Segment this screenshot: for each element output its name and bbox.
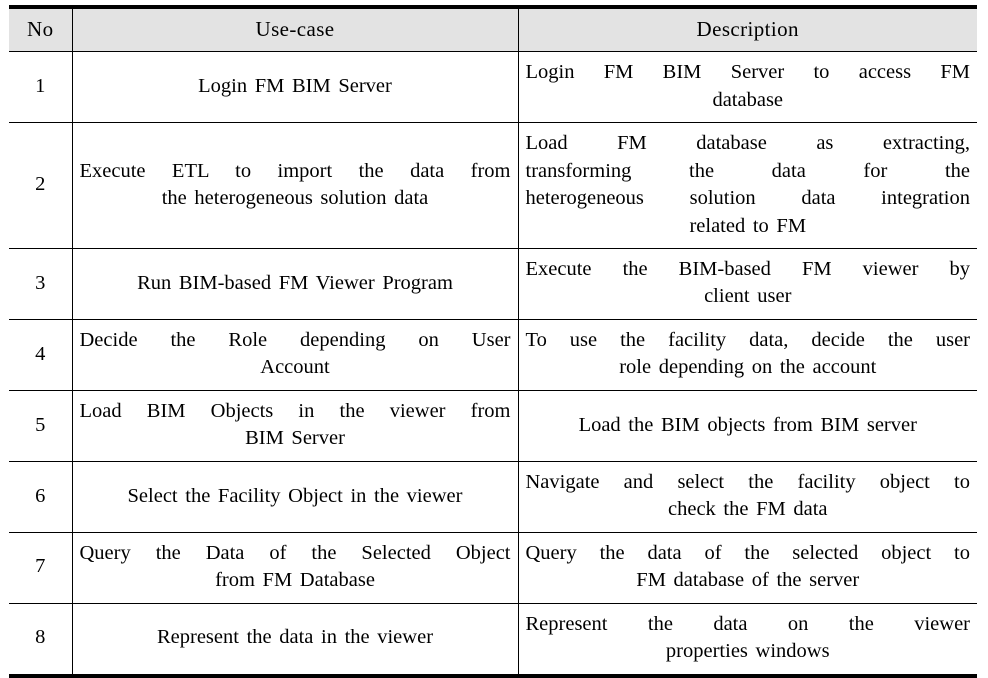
description-line: transforming the data for the (525, 159, 971, 182)
table-body: 1 Login FM BIM Server Login FM BIM Server … (9, 51, 977, 676)
description-line: Load the BIM objects from BIM server (578, 413, 917, 436)
document-page: No Use-case Description 1 Login FM BIM Se… (0, 0, 988, 678)
description-line: check the FM data (668, 498, 828, 521)
description-line: To use the facility data, decide the use… (525, 328, 971, 351)
description-line: FM database of the server (636, 569, 860, 592)
use-case-line: Execute ETL to import the data from (79, 159, 511, 182)
description-line: properties windows (665, 640, 830, 663)
use-case-line: Load BIM Objects in the viewer from (79, 399, 511, 422)
cell-use-case: Represent the data in the viewer (72, 603, 519, 676)
cell-row-number: 4 (9, 319, 73, 391)
cell-row-number: 5 (9, 390, 73, 462)
cell-description: Login FM BIM Server to access FM database (518, 51, 977, 124)
table-row: 8 Represent the data in the viewer Represe… (9, 603, 977, 676)
use-case-line: Login FM BIM Server (198, 74, 392, 97)
use-case-line: Select the Facility Object in the viewer (127, 484, 463, 507)
table-row: 2 Execute ETL to import the data from the … (9, 122, 977, 249)
cell-row-number: 3 (9, 248, 73, 320)
use-case-line: Run BIM-based FM Viewer Program (137, 271, 453, 294)
cell-row-number: 8 (9, 603, 73, 676)
table-row: 1 Login FM BIM Server Login FM BIM Server … (9, 51, 977, 124)
table-row: 5 Load BIM Objects in the viewer from BIM … (9, 390, 977, 462)
cell-row-number: 2 (9, 122, 73, 249)
use-case-line: the heterogeneous solution data (161, 187, 429, 210)
cell-row-number: 6 (9, 461, 73, 533)
table-header-row: No Use-case Description (9, 7, 977, 53)
description-line: heterogeneous solution data integration (525, 187, 971, 210)
use-case-line: Query the Data of the Selected Object (79, 541, 511, 564)
cell-use-case: Load BIM Objects in the viewer from BIM S… (72, 390, 519, 462)
description-line: related to FM (689, 214, 807, 237)
description-line: client user (704, 285, 792, 308)
table-row: 7 Query the Data of the Selected Object fr… (9, 532, 977, 604)
cell-use-case: Login FM BIM Server (72, 51, 519, 124)
table-header: No Use-case Description (9, 7, 977, 53)
description-line: Load FM database as extracting, (525, 132, 971, 155)
description-line: Query the data of the selected object to (525, 541, 971, 564)
cell-use-case: Select the Facility Object in the viewer (72, 461, 519, 533)
cell-row-number: 1 (9, 51, 73, 124)
column-header-no: No (9, 7, 73, 53)
cell-use-case: Execute ETL to import the data from the h… (72, 122, 519, 249)
use-case-line: Decide the Role depending on User (79, 328, 511, 351)
use-case-line: Represent the data in the viewer (156, 626, 434, 649)
column-header-use-case: Use-case (72, 7, 519, 53)
cell-description: Navigate and select the facility object … (518, 461, 977, 533)
use-case-line: BIM Server (245, 427, 345, 450)
column-header-description: Description (518, 7, 977, 53)
table-row: 3 Run BIM-based FM Viewer Program Execute … (9, 248, 977, 320)
cell-description: Load the BIM objects from BIM server (518, 390, 977, 462)
description-line: Login FM BIM Server to access FM (525, 61, 971, 84)
description-line: database (712, 88, 784, 111)
description-line: role depending on the account (619, 356, 877, 379)
cell-use-case: Decide the Role depending on User Account (72, 319, 519, 391)
cell-description: Represent the data on the viewer properti… (518, 603, 977, 675)
cell-description: To use the facility data, decide the use… (518, 319, 977, 391)
cell-description: Load FM database as extracting, transform… (518, 122, 977, 249)
cell-use-case: Query the Data of the Selected Object fro… (72, 532, 519, 604)
use-case-table: No Use-case Description 1 Login FM BIM Se… (9, 5, 977, 678)
cell-row-number: 7 (9, 532, 73, 604)
cell-description: Execute the BIM-based FM viewer by client… (518, 248, 977, 320)
use-case-line: Account (260, 356, 330, 379)
description-line: Represent the data on the viewer (525, 612, 971, 635)
table-row: 4 Decide the Role depending on User Accoun… (9, 319, 977, 391)
description-line: Navigate and select the facility object … (525, 470, 971, 493)
table-row: 6 Select the Facility Object in the viewe… (9, 461, 977, 533)
cell-description: Query the data of the selected object to… (518, 532, 977, 604)
cell-use-case: Run BIM-based FM Viewer Program (72, 248, 519, 320)
description-line: Execute the BIM-based FM viewer by (525, 258, 971, 280)
use-case-line: from FM Database (215, 569, 375, 592)
